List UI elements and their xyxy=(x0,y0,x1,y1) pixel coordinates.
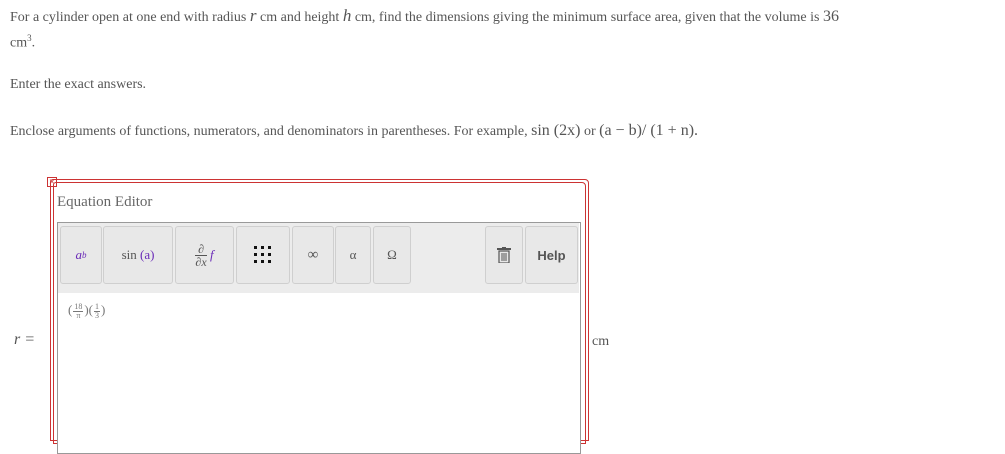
equation-editor-title: Equation Editor xyxy=(57,194,153,210)
help-button[interactable]: Help xyxy=(525,226,578,284)
trash-icon xyxy=(497,247,511,263)
or-text: or xyxy=(583,124,596,139)
example-sin: sin (2x) xyxy=(531,122,581,139)
matrix-button[interactable] xyxy=(236,226,290,284)
equation-input-expression[interactable]: (18 π)(1 3) xyxy=(68,302,105,320)
question-part: For a cylinder open at one end with radi… xyxy=(10,10,247,25)
question-part: cm, find the dimensions giving the minim… xyxy=(354,10,820,25)
function-button[interactable]: sin (a) xyxy=(103,226,173,284)
matrix-icon xyxy=(254,246,271,263)
editor-toolbar: ab sin (a) ∂ ∂x f ∞ α Ω Help xyxy=(58,223,579,293)
enclose-instruction: Enclose arguments of functions, numerato… xyxy=(10,121,698,142)
variable-r: r xyxy=(249,6,257,25)
question-part: cm and height xyxy=(260,10,340,25)
greek-upper-button[interactable]: Ω xyxy=(373,226,411,284)
answer-unit: cm xyxy=(592,334,610,349)
fraction: 18 π xyxy=(73,301,84,320)
fraction: 13 xyxy=(94,301,101,320)
example-fraction: (a − b)/ (1 + n). xyxy=(599,122,699,139)
power-button[interactable]: ab xyxy=(60,226,102,284)
instruction-text: Enter the exact answers. xyxy=(10,77,147,92)
clear-button[interactable] xyxy=(485,226,523,284)
greek-lower-button[interactable]: α xyxy=(335,226,371,284)
derivative-button[interactable]: ∂ ∂x f xyxy=(175,226,234,284)
question-text: For a cylinder open at one end with radi… xyxy=(10,6,890,54)
enclose-text: Enclose arguments of functions, numerato… xyxy=(10,124,528,139)
infinity-button[interactable]: ∞ xyxy=(292,226,334,284)
question-end: . xyxy=(31,35,36,51)
answer-label: r = xyxy=(14,331,36,348)
volume-unit: cm xyxy=(10,35,28,51)
volume-value: 36 xyxy=(822,8,839,25)
variable-h: h xyxy=(342,6,352,25)
